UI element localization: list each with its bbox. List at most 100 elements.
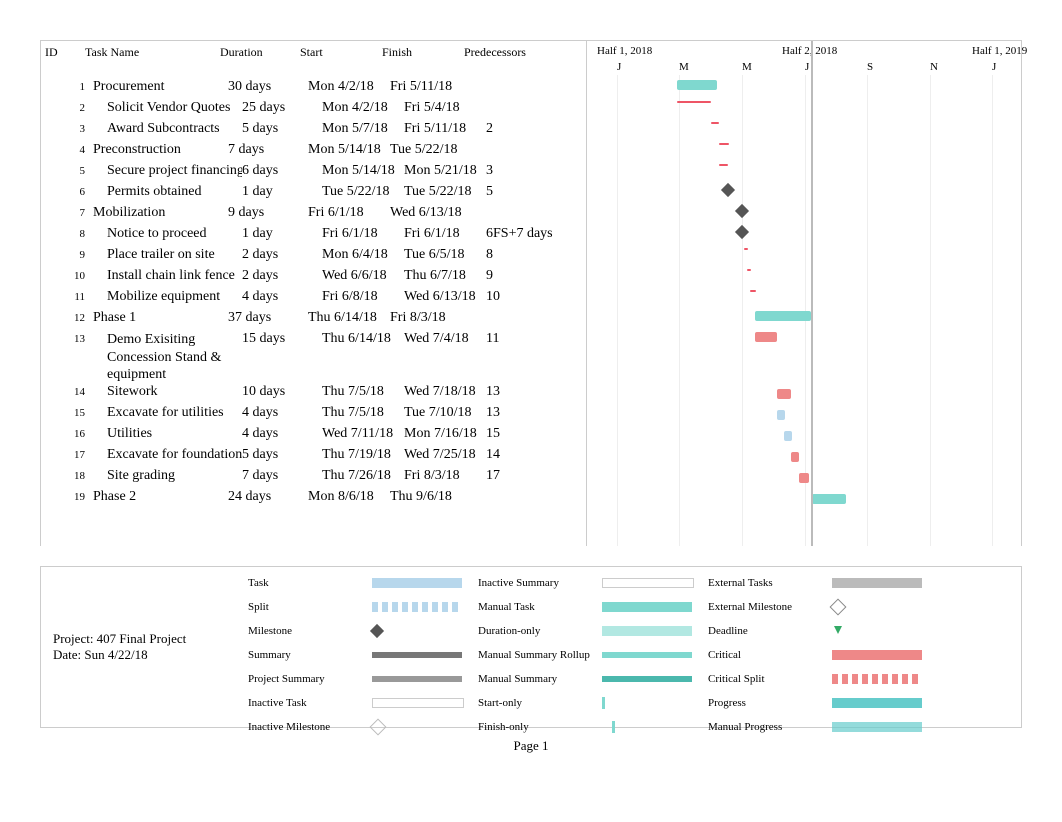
timeline-month: S [867,61,873,73]
timeline-month: M [679,61,689,73]
legend-swatch [830,599,847,616]
timeline-month: J [617,61,621,73]
task-name: Secure project financing [93,163,242,179]
gantt-bar [711,122,719,124]
task-name: Install chain link fence [93,268,242,284]
col-finish: Finish [382,45,464,60]
gantt-bar [750,290,756,292]
gantt-bar [777,410,785,420]
gantt-bar [677,80,717,90]
gantt-bar [777,389,791,399]
timeline-half: Half 2, 2018 [782,45,837,57]
col-start: Start [300,45,382,60]
table-row: 12Phase 137 daysThu 6/14/18Fri 8/3/18 [41,310,586,331]
legend-label: Manual Task [478,597,598,617]
legend-swatch [370,624,384,638]
table-row: 17Excavate for foundation5 daysThu 7/19/… [41,447,586,468]
legend-panel: Project: 407 Final Project Date: Sun 4/2… [40,566,1022,728]
legend-swatch [832,722,922,732]
legend-swatch [372,602,462,612]
table-row: 2Solicit Vendor Quotes25 daysMon 4/2/18F… [41,100,586,121]
status-date-line [811,41,813,546]
task-name: Phase 2 [93,489,228,505]
legend-label: Finish-only [478,717,598,737]
timeline-half: Half 1, 2019 [972,45,1027,57]
task-name: Demo Exisiting Concession Stand & equipm… [93,331,242,384]
table-row: 9Place trailer on site2 daysMon 6/4/18Tu… [41,247,586,268]
legend-label: Summary [248,645,368,665]
legend-swatch [832,698,922,708]
col-dur: Duration [220,45,300,60]
col-name: Task Name [85,45,220,60]
task-name: Phase 1 [93,310,228,326]
project-date: Date: Sun 4/22/18 [53,647,248,663]
col-pred: Predecessors [464,45,564,60]
table-row: 8Notice to proceed1 dayFri 6/1/18Fri 6/1… [41,226,586,247]
task-name: Mobilization [93,205,228,221]
legend-swatch [832,674,922,684]
gantt-sheet: ID Task Name Duration Start Finish Prede… [40,40,1022,546]
table-row: 19Phase 224 daysMon 8/6/18Thu 9/6/18 [41,489,586,510]
project-info: Project: 407 Final Project Date: Sun 4/2… [41,567,248,727]
legend-swatch [832,578,922,588]
legend-label: Critical [708,645,828,665]
legend-swatch [832,650,922,660]
col-id: ID [41,45,85,60]
gantt-bar [755,332,777,342]
task-name: Procurement [93,79,228,95]
legend-label: External Tasks [708,573,828,593]
table-row: 1Procurement30 daysMon 4/2/18Fri 5/11/18 [41,79,586,100]
gantt-bar [755,311,811,321]
legend-label: Duration-only [478,621,598,641]
table-row: 10Install chain link fence2 daysWed 6/6/… [41,268,586,289]
legend-swatch [372,676,462,682]
legend-swatch [832,626,842,636]
legend-swatch [602,578,694,588]
table-row: 3Award Subcontracts5 daysMon 5/7/18Fri 5… [41,121,586,142]
gantt-bar [677,101,711,103]
timeline-half: Half 1, 2018 [597,45,652,57]
table-row: 4Preconstruction7 daysMon 5/14/18Tue 5/2… [41,142,586,163]
legend-items: TaskInactive SummaryExternal TasksSplitM… [248,567,1021,727]
task-name: Sitework [93,384,242,400]
legend-swatch [372,652,462,658]
timeline-panel: Half 1, 2018Half 2, 2018Half 1, 2019JMMJ… [586,41,1021,546]
timeline-month: M [742,61,752,73]
legend-swatch [602,652,692,658]
legend-swatch [370,719,387,736]
task-name: Excavate for foundation [93,447,242,463]
task-name: Utilities [93,426,242,442]
table-row: 14Sitework10 daysThu 7/5/18Wed 7/18/1813 [41,384,586,405]
gantt-bar [719,164,728,166]
legend-swatch [372,698,464,708]
task-name: Excavate for utilities [93,405,242,421]
legend-label: External Milestone [708,597,828,617]
gantt-bar [784,431,792,441]
legend-swatch [602,602,692,612]
task-name: Notice to proceed [93,226,242,242]
task-name: Site grading [93,468,242,484]
gantt-bar [812,494,846,504]
table-row: 18Site grading7 daysThu 7/26/18Fri 8/3/1… [41,468,586,489]
legend-label: Deadline [708,621,828,641]
legend-swatch [602,626,692,636]
column-headers: ID Task Name Duration Start Finish Prede… [41,41,586,79]
timeline-month: N [930,61,938,73]
table-row: 13Demo Exisiting Concession Stand & equi… [41,331,586,384]
task-name: Mobilize equipment [93,289,242,305]
legend-label: Task [248,573,368,593]
timeline-month: J [805,61,809,73]
milestone-icon [735,204,749,218]
legend-label: Split [248,597,368,617]
milestone-icon [735,225,749,239]
gantt-bar [799,473,809,483]
legend-label: Project Summary [248,669,368,689]
table-row: 15Excavate for utilities4 daysThu 7/5/18… [41,405,586,426]
legend-swatch [602,697,615,709]
task-name: Place trailer on site [93,247,242,263]
gantt-bar [747,269,751,271]
task-name: Solicit Vendor Quotes [93,100,242,116]
gantt-bar [719,143,729,145]
task-name: Preconstruction [93,142,228,158]
page-container: ID Task Name Duration Start Finish Prede… [40,40,1022,754]
